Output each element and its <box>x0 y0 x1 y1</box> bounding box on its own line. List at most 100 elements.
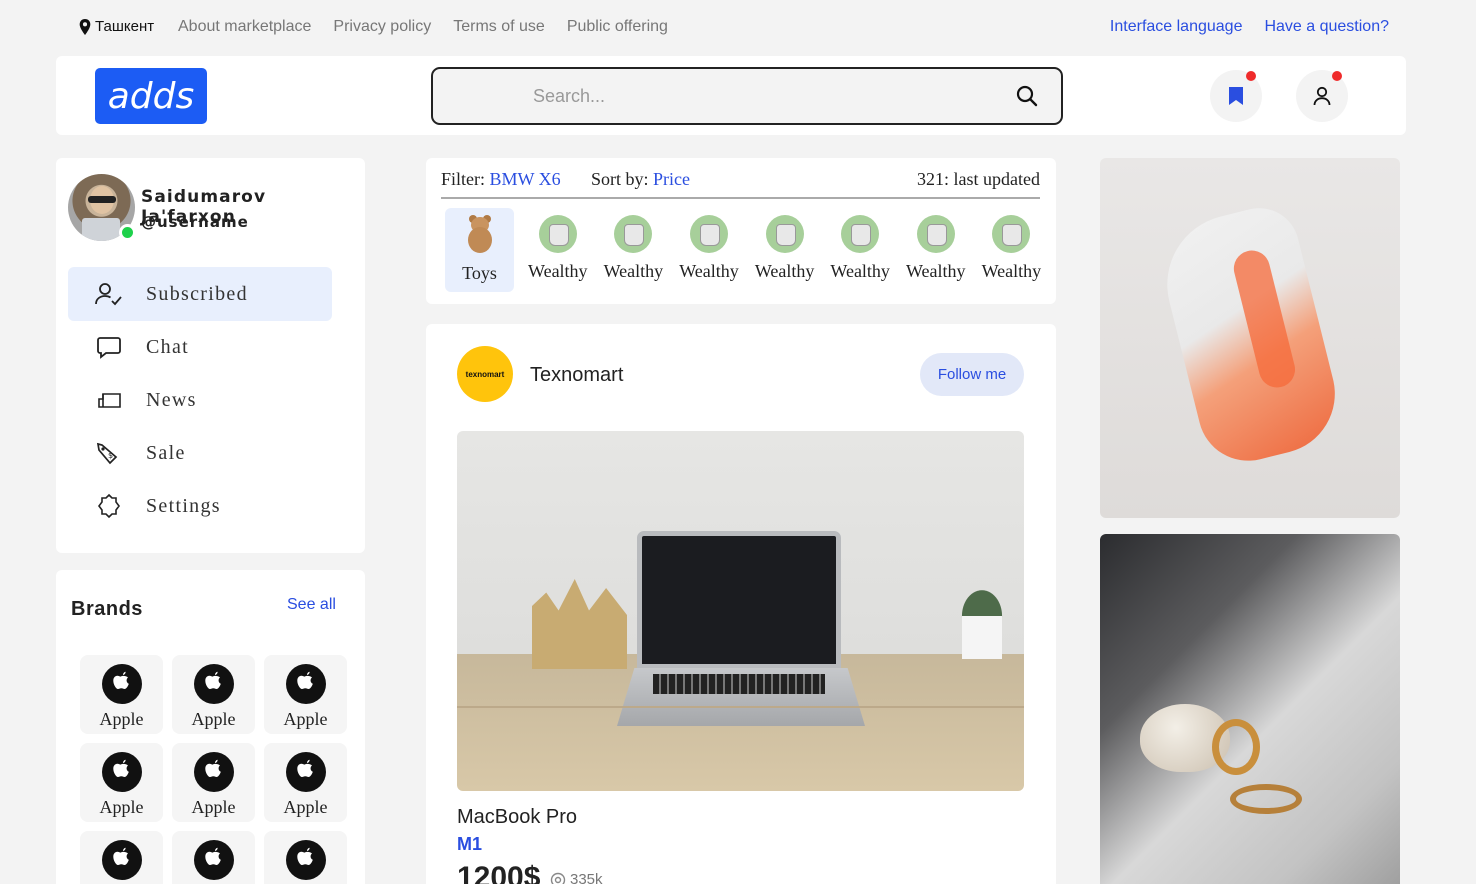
post-card: texnomart Texnomart Follow me MacBook Pr… <box>426 324 1056 884</box>
product-model: M1 <box>457 834 483 854</box>
teddy-bear-icon <box>460 215 500 255</box>
profile-button[interactable] <box>1296 70 1348 122</box>
brand-grid: AppleAppleAppleAppleAppleAppleAppleApple… <box>80 655 347 884</box>
brand-tile[interactable]: Apple <box>264 655 347 734</box>
shop-name[interactable]: Texnomart <box>530 364 623 387</box>
sort-value[interactable]: Price <box>653 169 690 189</box>
brand-label: Apple <box>283 797 328 817</box>
notification-dot <box>1332 71 1342 81</box>
ad-banner-sneaker[interactable] <box>1100 158 1400 518</box>
category-item[interactable]: Wealthy <box>520 208 596 292</box>
category-label: Wealthy <box>830 261 890 281</box>
news-icon <box>98 393 121 408</box>
link-have-a-question[interactable]: Have a question? <box>1264 18 1389 36</box>
apple-logo-icon <box>285 664 326 704</box>
profile-username: @username <box>141 213 249 231</box>
product-image[interactable] <box>457 431 1024 791</box>
brand-tile[interactable]: Apple <box>172 655 255 734</box>
category-thumbnail-icon <box>765 215 804 253</box>
brand-tile[interactable]: Apple <box>172 831 255 884</box>
logo[interactable]: adds <box>95 68 207 124</box>
views-count: 335k <box>550 871 603 884</box>
category-label: Toys <box>462 263 497 283</box>
svg-text:$: $ <box>108 451 114 460</box>
sidebar-item-subscribed[interactable]: Subscribed <box>68 267 332 321</box>
settings-icon <box>98 493 120 519</box>
shop-logo[interactable]: texnomart <box>457 346 513 402</box>
sidebar-menu: Subscribed Chat News $ Sale Settings <box>68 267 332 532</box>
link-public-offering[interactable]: Public offering <box>567 18 668 36</box>
apple-logo-icon <box>101 664 142 704</box>
apple-logo-icon <box>101 752 142 792</box>
apple-logo-icon <box>193 840 234 880</box>
top-links-bar: Ташкент About marketplace Privacy policy… <box>0 0 1476 56</box>
online-status-indicator <box>119 224 136 241</box>
category-item[interactable]: Toys <box>445 208 514 292</box>
eye-icon <box>550 872 566 884</box>
brand-tile[interactable]: Apple <box>172 743 255 822</box>
ad-banner-jewelry[interactable] <box>1100 534 1400 884</box>
user-check-icon <box>95 283 122 306</box>
sidebar-item-label: News <box>146 388 197 411</box>
search-input[interactable] <box>533 83 983 109</box>
category-label: Wealthy <box>906 261 966 281</box>
category-thumbnail-icon <box>916 215 955 253</box>
product-name[interactable]: MacBook Pro <box>457 806 577 829</box>
link-about-marketplace[interactable]: About marketplace <box>178 18 311 36</box>
search-icon[interactable] <box>1015 84 1039 108</box>
filter-control[interactable]: Filter: BMW X6 <box>441 169 561 190</box>
link-terms-of-use[interactable]: Terms of use <box>453 18 545 36</box>
sidebar-item-label: Chat <box>146 335 189 358</box>
sale-tag-icon: $ <box>96 442 118 465</box>
brand-tile[interactable]: Apple <box>80 743 163 822</box>
brands-title: Brands <box>71 598 143 620</box>
last-updated-label: 321: last updated <box>917 169 1040 189</box>
filter-value[interactable]: BMW X6 <box>490 169 561 189</box>
profile-card: Saidumarov Ja'farxon @username Subscribe… <box>56 158 365 553</box>
location-pin-icon <box>79 18 91 35</box>
notification-dot <box>1246 71 1256 81</box>
category-item[interactable]: Wealthy <box>596 208 672 292</box>
category-thumbnail-icon <box>614 215 653 253</box>
sidebar-item-sale[interactable]: $ Sale <box>68 426 332 480</box>
filter-bar: Filter: BMW X6 Sort by: Price 321: last … <box>441 169 1040 199</box>
category-item[interactable]: Wealthy <box>747 208 823 292</box>
city-label: Ташкент <box>95 18 155 35</box>
category-thumbnail-icon <box>992 215 1031 253</box>
sidebar-item-label: Subscribed <box>146 282 248 305</box>
brand-label: Apple <box>191 797 236 817</box>
link-interface-language[interactable]: Interface language <box>1110 18 1243 36</box>
apple-logo-icon <box>285 840 326 880</box>
apple-logo-icon <box>193 752 234 792</box>
sidebar-item-settings[interactable]: Settings <box>68 479 332 533</box>
filter-card: Filter: BMW X6 Sort by: Price 321: last … <box>426 158 1056 304</box>
category-label: Wealthy <box>603 261 664 281</box>
bookmark-icon <box>1229 87 1243 105</box>
search-box <box>431 67 1063 125</box>
category-item[interactable]: Wealthy <box>671 208 747 292</box>
category-item[interactable]: Wealthy <box>974 208 1050 292</box>
category-label: Wealthy <box>754 261 815 281</box>
category-item[interactable]: Wealthy <box>822 208 898 292</box>
follow-button[interactable]: Follow me <box>920 353 1024 396</box>
sidebar-item-chat[interactable]: Chat <box>68 320 332 374</box>
sidebar-item-label: Settings <box>146 494 221 517</box>
brand-tile[interactable]: Apple <box>264 831 347 884</box>
chat-icon <box>97 337 121 359</box>
brand-label: Apple <box>99 797 144 817</box>
brand-tile[interactable]: Apple <box>264 743 347 822</box>
category-label: Wealthy <box>528 261 588 281</box>
category-strip: Toys Wealthy Wealthy Wealthy Wealthy Wealthy W… <box>445 208 1049 292</box>
city-selector[interactable]: Ташкент <box>78 18 154 35</box>
category-thumbnail-icon <box>538 215 577 253</box>
link-privacy-policy[interactable]: Privacy policy <box>333 18 431 36</box>
see-all-brands-link[interactable]: See all <box>287 596 336 614</box>
product-price: 1200$ <box>457 861 541 884</box>
category-item[interactable]: Wealthy <box>898 208 974 292</box>
saved-button[interactable] <box>1210 70 1262 122</box>
sidebar-item-news[interactable]: News <box>68 373 332 427</box>
brand-tile[interactable]: Apple <box>80 831 163 884</box>
brand-tile[interactable]: Apple <box>80 655 163 734</box>
header: adds <box>56 56 1406 135</box>
sort-control[interactable]: Sort by: Price <box>591 169 690 190</box>
